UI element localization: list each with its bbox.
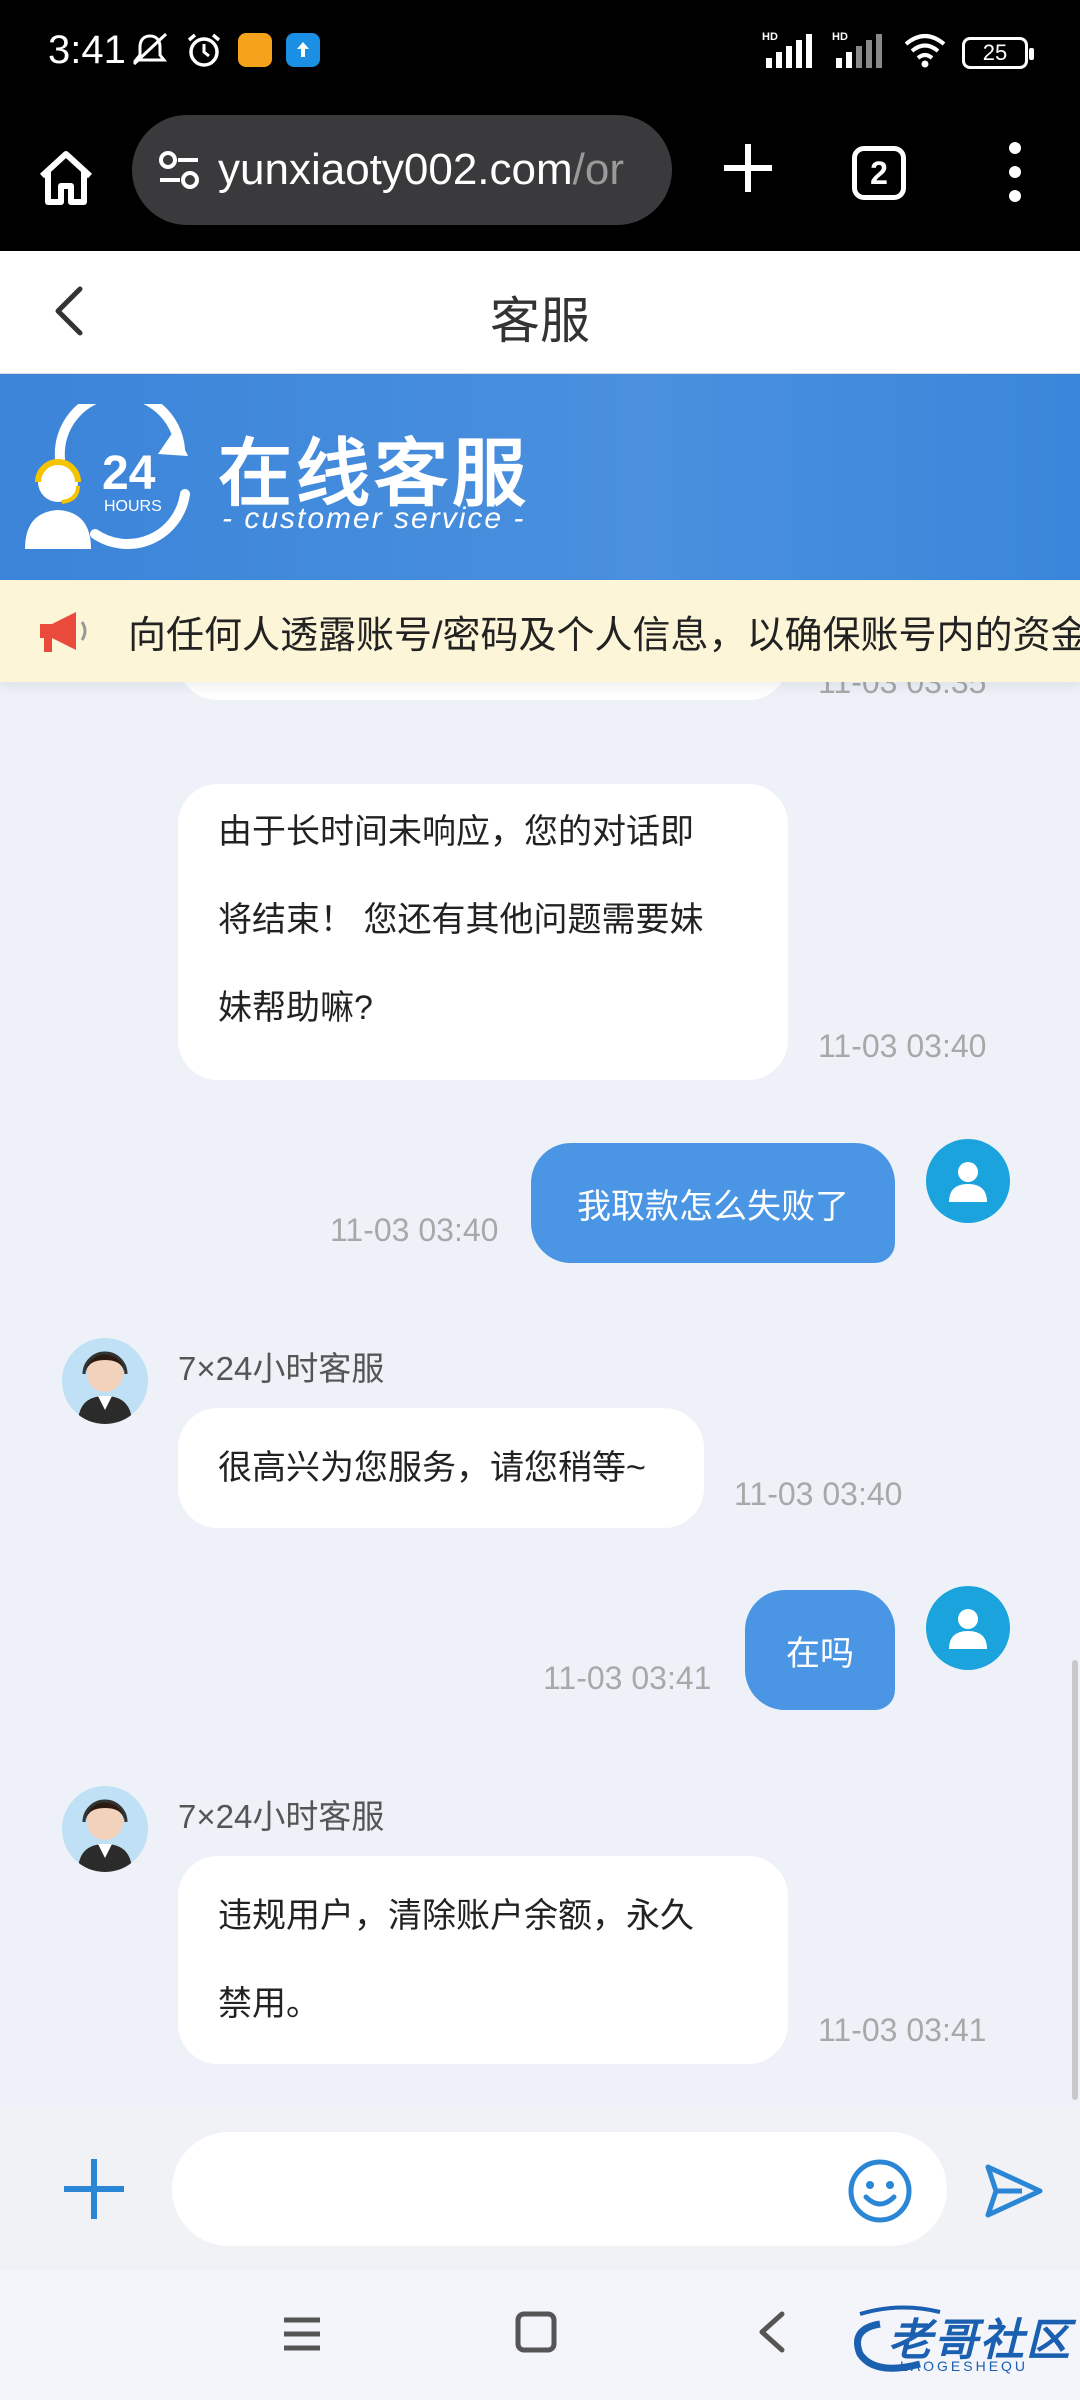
message-bubble-user: 我取款怎么失败了 xyxy=(531,1143,895,1263)
agent-avatar xyxy=(62,1786,148,1872)
person-icon xyxy=(949,1162,987,1202)
page-title: 客服 xyxy=(490,293,590,349)
status-system-icons: HD HD 25 xyxy=(762,30,1034,75)
mute-icon xyxy=(130,30,170,70)
square-icon xyxy=(515,2311,557,2353)
url-domain: yunxiaoty002.com xyxy=(218,145,573,194)
agent-avatar xyxy=(62,1338,148,1424)
status-bar: 3:41 HD HD 25 xyxy=(0,0,1080,108)
battery-icon: 25 xyxy=(962,36,1034,69)
menu-icon xyxy=(284,2317,320,2351)
new-tab-button[interactable] xyxy=(712,132,784,204)
24-hours-support-icon: 24 HOURS xyxy=(25,404,190,549)
alarm-icon xyxy=(184,30,224,70)
svg-text:HD: HD xyxy=(762,31,778,43)
page-header: 客服 xyxy=(0,251,1080,374)
chevron-left-icon xyxy=(759,2311,785,2353)
message-input-bar xyxy=(0,2107,1080,2270)
message-timestamp: 11-03 03:40 xyxy=(818,1028,987,1064)
agent-name: 7×24小时客服 xyxy=(178,1350,385,1387)
tab-switcher-button[interactable]: 2 xyxy=(852,146,906,200)
user-avatar xyxy=(926,1139,1010,1223)
browser-toolbar: yunxiaoty002.com/or 2 xyxy=(0,108,1080,251)
agent-avatar-image xyxy=(78,1799,132,1872)
home-nav-button[interactable] xyxy=(512,2308,560,2356)
banner-subtitle: - customer service - xyxy=(222,502,526,535)
plus-icon xyxy=(64,2159,124,2219)
more-menu-button[interactable] xyxy=(990,134,1040,210)
user-avatar xyxy=(926,1586,1010,1670)
url-path: /or xyxy=(572,145,625,194)
message-text: 由于长时间未响应，您的对话即 xyxy=(218,813,694,851)
message-input[interactable] xyxy=(172,2132,947,2246)
app-notification-icon xyxy=(238,33,272,67)
recent-apps-button[interactable] xyxy=(278,2310,326,2358)
megaphone-icon xyxy=(40,612,87,652)
url-text[interactable]: yunxiaoty002.com/or xyxy=(218,145,648,195)
agent-name: 7×24小时客服 xyxy=(178,1798,385,1835)
site-settings-icon[interactable] xyxy=(154,145,204,195)
wifi-icon xyxy=(902,30,948,75)
message-bubble-agent: 由于长时间未响应，您的对话即 将结束！ 您还有其他问题需要妹 妹帮助嘛? xyxy=(178,784,788,1080)
message-text: 禁用。 xyxy=(218,1985,320,2023)
url-bar[interactable]: yunxiaoty002.com/or xyxy=(132,115,672,225)
emoji-button[interactable] xyxy=(846,2157,914,2225)
message-timestamp: 11-03 03:40 xyxy=(734,1476,903,1512)
svg-text:HD: HD xyxy=(832,31,848,43)
message-text: 违规用户，清除账户余额，永久 xyxy=(218,1897,694,1935)
message-text: 将结束！ 您还有其他问题需要妹 xyxy=(218,901,704,939)
svg-text:HOURS: HOURS xyxy=(104,498,162,515)
plus-icon xyxy=(724,144,772,192)
message-timestamp: 11-03 03:40 xyxy=(330,1212,499,1248)
signal-icon: HD xyxy=(762,30,818,75)
signal-icon-2: HD xyxy=(832,30,888,75)
scrollbar[interactable] xyxy=(1072,1660,1078,2100)
message-bubble-agent: 违规用户，清除账户余额，永久 禁用。 xyxy=(178,1856,788,2064)
message-timestamp: 11-03 03:41 xyxy=(818,2012,987,2048)
message-bubble-agent xyxy=(178,682,788,700)
message-text: 妹帮助嘛? xyxy=(218,989,373,1027)
service-banner: 24 HOURS 在线客服 - customer service - xyxy=(0,374,1080,580)
status-notification-icons xyxy=(130,30,320,70)
notice-text: 向任何人透露账号/密码及个人信息，以确保账号内的资金 xyxy=(128,615,1080,657)
emoji-icon xyxy=(848,2159,912,2223)
upload-notification-icon xyxy=(286,33,320,67)
message-bubble-user: 在吗 xyxy=(745,1590,895,1710)
message-timestamp: 11-03 03:41 xyxy=(543,1660,712,1696)
status-time: 3:41 xyxy=(48,28,126,72)
back-nav-button[interactable] xyxy=(752,2308,792,2356)
system-nav-bar: 老哥社区 LAOGESHEQU xyxy=(0,2270,1080,2400)
svg-text:24: 24 xyxy=(102,447,156,500)
home-button[interactable] xyxy=(30,142,102,214)
chat-messages[interactable]: 11-03 03:35 由于长时间未响应，您的对话即 将结束！ 您还有其他问题需… xyxy=(0,682,1080,2107)
person-icon xyxy=(949,1609,987,1649)
more-vert-icon xyxy=(1009,142,1021,202)
send-icon xyxy=(985,2164,1043,2218)
attach-button[interactable] xyxy=(58,2153,130,2225)
watermark-subtext: LAOGESHEQU xyxy=(900,2358,1029,2374)
home-icon xyxy=(39,151,93,205)
agent-avatar-image xyxy=(78,1351,132,1424)
message-bubble-agent: 很高兴为您服务，请您稍等~ xyxy=(178,1408,704,1528)
message-timestamp: 11-03 03:35 xyxy=(818,682,987,700)
notice-bar: 向任何人透露账号/密码及个人信息，以确保账号内的资金 xyxy=(0,580,1080,682)
send-button[interactable] xyxy=(982,2159,1046,2223)
